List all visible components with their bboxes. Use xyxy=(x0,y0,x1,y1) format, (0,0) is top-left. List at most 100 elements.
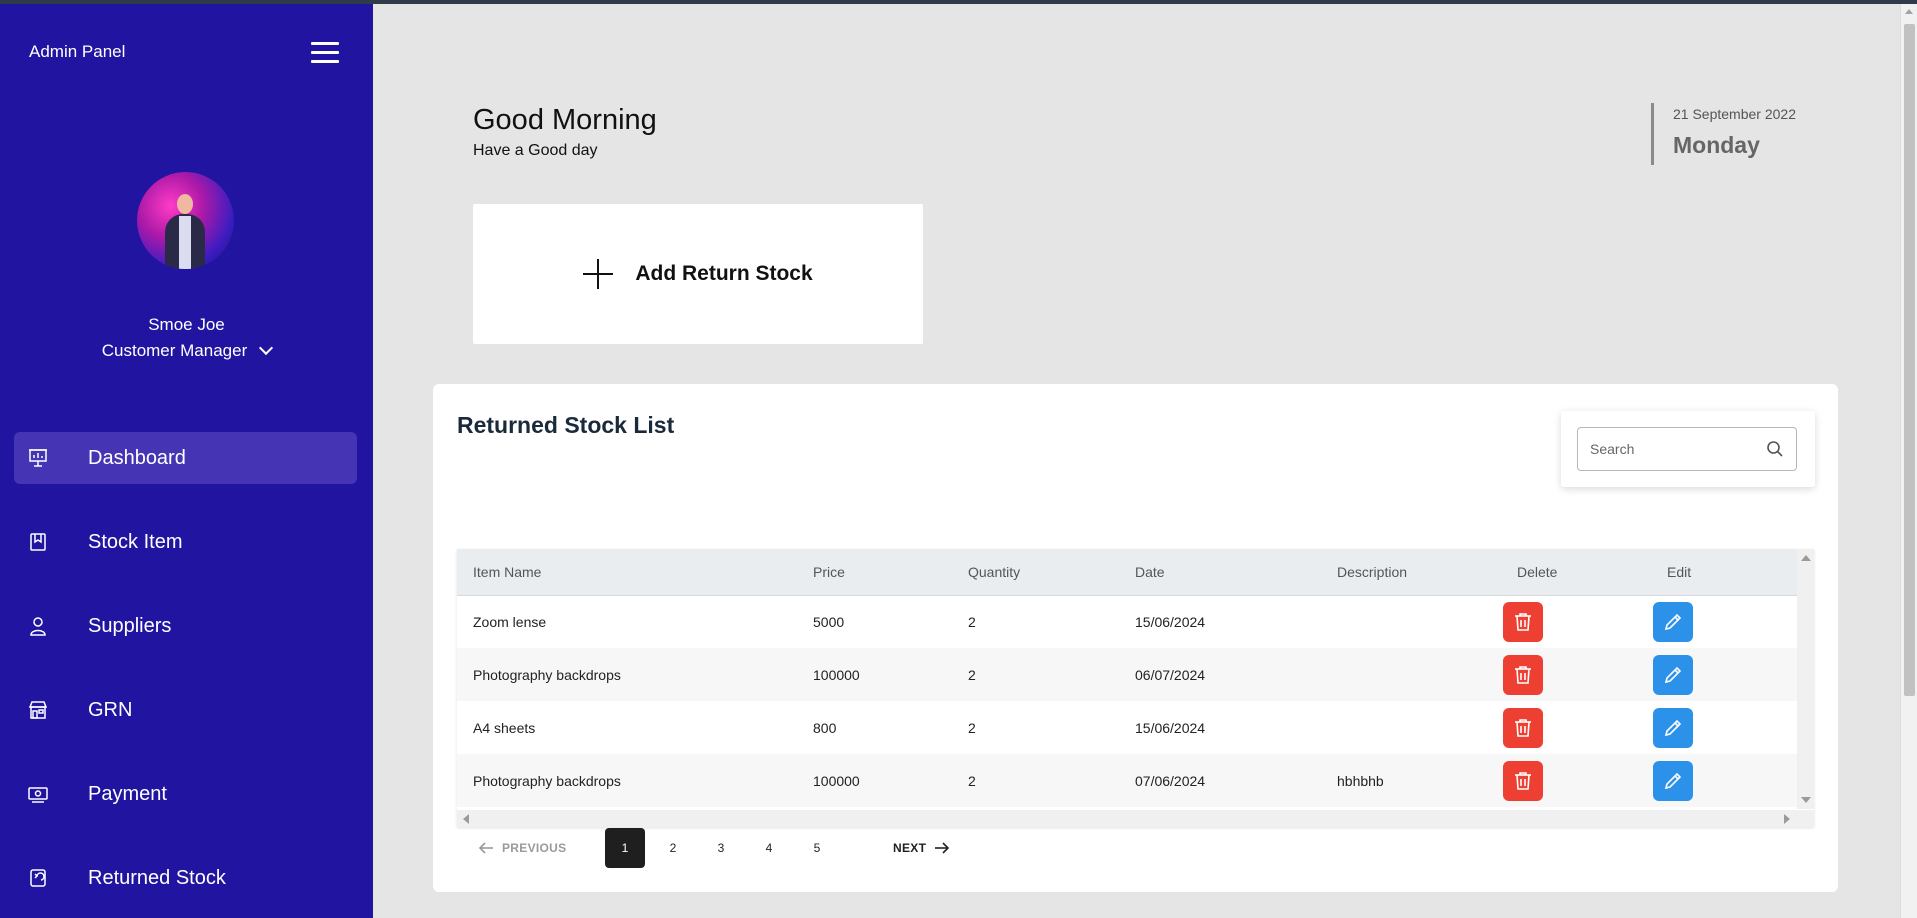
cell-date: 15/06/2024 xyxy=(1135,719,1206,736)
sidebar-item-label: GRN xyxy=(88,698,133,721)
table-row: Zoom lense 5000 2 15/06/2024 xyxy=(457,595,1797,648)
list-title: Returned Stock List xyxy=(457,412,675,438)
cell-item-name: A4 sheets xyxy=(473,719,536,736)
cell-date: 06/07/2024 xyxy=(1135,666,1206,683)
cell-price: 800 xyxy=(813,719,837,736)
edit-button[interactable] xyxy=(1653,760,1693,801)
sidebar-item-label: Dashboard xyxy=(88,446,186,469)
sidebar-item-label: Suppliers xyxy=(88,614,172,637)
user-role-dropdown[interactable]: Customer Manager xyxy=(0,340,373,361)
delete-button[interactable] xyxy=(1503,601,1543,642)
returned-stock-card: Returned Stock List Item Name Price Quan… xyxy=(433,384,1838,892)
column-header-date[interactable]: Date xyxy=(1135,549,1337,596)
cell-description xyxy=(1337,701,1511,754)
cell-description xyxy=(1337,648,1511,701)
current-day: Monday xyxy=(1673,132,1760,158)
page-scrollbar-thumb[interactable] xyxy=(1904,24,1915,696)
arrow-left-icon xyxy=(478,842,493,854)
edit-button[interactable] xyxy=(1653,654,1693,695)
sidebar-title: Admin Panel xyxy=(29,42,126,61)
stock-table-container: Item Name Price Quantity Date Descriptio… xyxy=(457,549,1814,827)
column-header-description[interactable]: Description xyxy=(1337,549,1511,596)
delete-button[interactable] xyxy=(1503,654,1543,695)
arrow-right-icon xyxy=(935,842,950,854)
cell-item-name: Zoom lense xyxy=(473,613,547,630)
window-top-strip xyxy=(0,0,1917,4)
sidebar-item-label: Stock Item xyxy=(88,530,183,553)
store-icon xyxy=(28,700,48,720)
return-receipt-icon xyxy=(28,868,48,888)
sidebar-item-payment[interactable]: Payment xyxy=(14,768,357,820)
table-header-row: Item Name Price Quantity Date Descriptio… xyxy=(457,549,1797,596)
delete-button[interactable] xyxy=(1503,707,1543,748)
page-5-button[interactable]: 5 xyxy=(797,828,837,868)
current-date: 21 September 2022 xyxy=(1673,106,1796,122)
cell-quantity: 2 xyxy=(968,772,976,789)
cell-date: 15/06/2024 xyxy=(1135,613,1206,630)
page-4-button[interactable]: 4 xyxy=(749,828,789,868)
trash-icon xyxy=(1515,612,1531,631)
cell-quantity: 2 xyxy=(968,719,976,736)
avatar xyxy=(137,172,234,269)
add-return-stock-button[interactable]: Add Return Stock xyxy=(473,204,923,344)
delete-button[interactable] xyxy=(1503,760,1543,801)
sidebar-item-suppliers[interactable]: Suppliers xyxy=(14,600,357,652)
menu-toggle-icon[interactable] xyxy=(311,42,339,64)
search-panel xyxy=(1561,411,1815,487)
page-3-button[interactable]: 3 xyxy=(701,828,741,868)
pencil-icon xyxy=(1664,772,1682,789)
sidebar-item-label: Payment xyxy=(88,782,167,805)
cell-price: 100000 xyxy=(813,666,860,683)
chevron-down-icon xyxy=(259,340,274,356)
page-scrollbar[interactable] xyxy=(1900,4,1917,918)
money-icon xyxy=(28,784,48,804)
next-label: NEXT xyxy=(893,841,927,855)
pencil-icon xyxy=(1664,719,1682,736)
sidebar-item-returned-stock[interactable]: Returned Stock xyxy=(14,852,357,904)
sidebar: Admin Panel Smoe Joe Customer Manager Da… xyxy=(0,4,373,918)
search-box xyxy=(1577,427,1797,471)
cell-item-name: Photography backdrops xyxy=(473,772,621,789)
edit-button[interactable] xyxy=(1653,707,1693,748)
user-role-label: Customer Manager xyxy=(101,341,248,360)
greeting-subtitle: Have a Good day xyxy=(473,142,598,159)
cell-description: hbhbhb xyxy=(1337,772,1384,789)
sidebar-item-dashboard[interactable]: Dashboard xyxy=(14,432,357,484)
column-header-edit: Edit xyxy=(1653,549,1797,596)
column-header-item-name[interactable]: Item Name xyxy=(457,549,813,596)
cell-quantity: 2 xyxy=(968,613,976,630)
column-header-quantity[interactable]: Quantity xyxy=(968,549,1135,596)
next-page-button[interactable]: NEXT xyxy=(893,841,950,855)
pencil-icon xyxy=(1664,613,1682,630)
page-1-button[interactable]: 1 xyxy=(605,828,645,868)
trash-icon xyxy=(1515,718,1531,737)
trash-icon xyxy=(1515,771,1531,790)
add-return-stock-label: Add Return Stock xyxy=(635,262,813,285)
page-2-button[interactable]: 2 xyxy=(653,828,693,868)
user-name: Smoe Joe xyxy=(148,315,225,334)
table-row: A4 sheets 800 2 15/06/2024 xyxy=(457,701,1797,754)
cell-price: 5000 xyxy=(813,613,845,630)
returned-stock-table: Item Name Price Quantity Date Descriptio… xyxy=(457,549,1797,807)
sidebar-item-grn[interactable]: GRN xyxy=(14,684,357,736)
column-header-delete: Delete xyxy=(1511,549,1653,596)
previous-page-button[interactable]: PREVIOUS xyxy=(478,841,605,855)
table-horizontal-scrollbar[interactable] xyxy=(457,810,1814,827)
search-input[interactable] xyxy=(1590,441,1760,457)
date-block: 21 September 2022 Monday xyxy=(1651,103,1796,165)
greeting-heading: Good Morning xyxy=(473,104,657,136)
scroll-up-arrow-icon[interactable] xyxy=(1905,9,1913,14)
table-vertical-scrollbar[interactable] xyxy=(1797,549,1814,809)
sidebar-item-stock-item[interactable]: Stock Item xyxy=(14,516,357,568)
column-header-price[interactable]: Price xyxy=(813,549,968,596)
presentation-chart-icon xyxy=(28,448,48,468)
cell-date: 07/06/2024 xyxy=(1135,772,1206,789)
search-icon[interactable] xyxy=(1766,440,1784,458)
pagination: PREVIOUS 1 2 3 4 5 NEXT xyxy=(478,828,950,868)
cell-description xyxy=(1337,595,1511,648)
trash-icon xyxy=(1515,665,1531,684)
cell-price: 100000 xyxy=(813,772,860,789)
table-row: Photography backdrops 100000 2 07/06/202… xyxy=(457,754,1797,807)
edit-button[interactable] xyxy=(1653,601,1693,642)
plus-icon xyxy=(583,259,614,289)
